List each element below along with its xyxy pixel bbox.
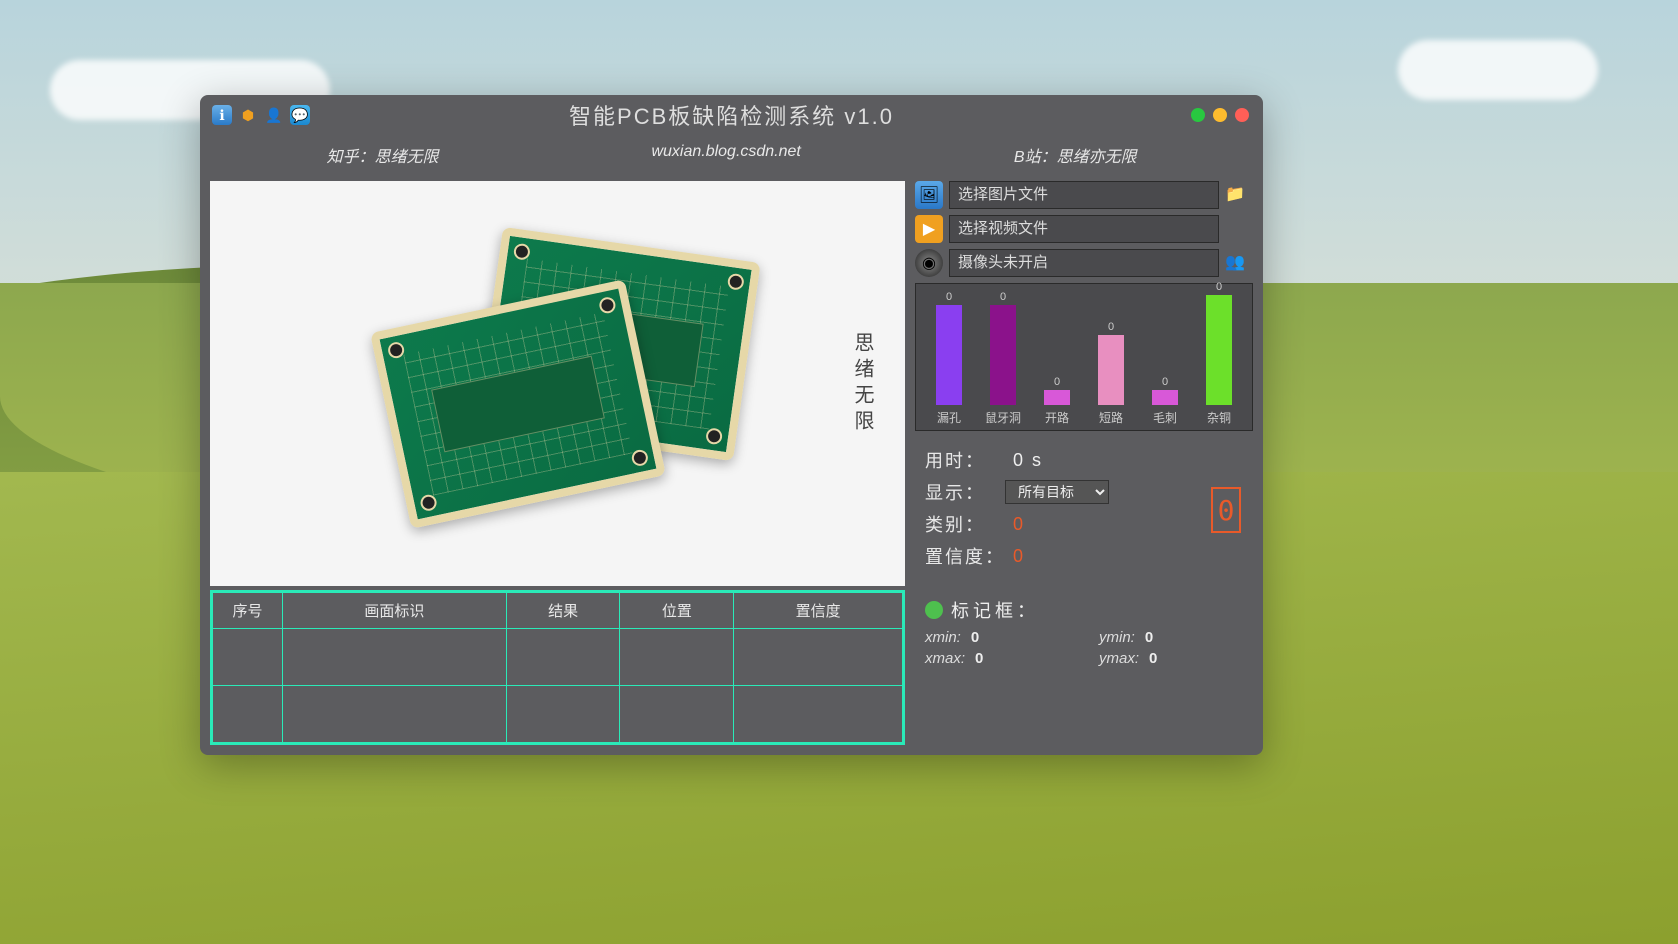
time-label: 用时： xyxy=(925,447,1005,473)
app-window: ℹ ⬢ 👤 💬 智能PCB板缺陷检测系统 v1.0 知乎：思绪无限 wuxian… xyxy=(200,95,1263,755)
watermark-text: 思绪无限 xyxy=(848,332,877,436)
xmin-value: 0 xyxy=(971,629,979,646)
credit-bilibili: B站：思绪亦无限 xyxy=(1014,143,1137,167)
select-image-row: 🖼 选择图片文件 📁 xyxy=(915,181,1253,209)
ymin-value: 0 xyxy=(1145,629,1153,646)
defect-chart: 0漏孔0鼠牙洞0开路0短路0毛刺0杂铜 xyxy=(915,283,1253,431)
minimize-button[interactable] xyxy=(1191,108,1205,122)
display-select[interactable]: 所有目标 xyxy=(1005,480,1109,504)
window-title: 智能PCB板缺陷检测系统 v1.0 xyxy=(569,99,894,131)
xmax-label: xmax: xyxy=(925,650,965,667)
th-confidence: 置信度 xyxy=(734,593,903,629)
close-button[interactable] xyxy=(1235,108,1249,122)
open-image-icon[interactable]: 📁 xyxy=(1225,184,1253,206)
ymax-value: 0 xyxy=(1149,650,1157,667)
hex-icon[interactable]: ⬢ xyxy=(238,105,258,125)
table-row[interactable] xyxy=(213,686,903,743)
time-value: 0 s xyxy=(1013,450,1043,471)
camera-icon[interactable]: ◉ xyxy=(915,249,943,277)
window-controls xyxy=(1191,108,1249,122)
image-file-input[interactable]: 选择图片文件 xyxy=(949,181,1219,209)
info-icon[interactable]: ℹ xyxy=(212,105,232,125)
chart-bar: 0漏孔 xyxy=(925,291,973,426)
ymin-label: ymin: xyxy=(1099,629,1135,646)
maximize-button[interactable] xyxy=(1213,108,1227,122)
class-value: 0 xyxy=(1013,514,1025,535)
video-icon[interactable]: ▶ xyxy=(915,215,943,243)
chat-icon[interactable]: 💬 xyxy=(290,105,310,125)
counter-display: 0 xyxy=(1211,487,1241,533)
class-label: 类别： xyxy=(925,511,1005,537)
select-video-row: ▶ 选择视频文件 xyxy=(915,215,1253,243)
conf-label: 置信度： xyxy=(925,543,1005,569)
credit-zhihu: 知乎：思绪无限 xyxy=(326,143,438,167)
titlebar: ℹ ⬢ 👤 💬 智能PCB板缺陷检测系统 v1.0 xyxy=(200,95,1263,135)
display-label: 显示： xyxy=(925,479,1005,505)
chart-bar: 0短路 xyxy=(1087,321,1135,426)
bbox-panel: 标记框： xmin: 0 ymin: 0 xmax: 0 ymax: 0 xyxy=(915,591,1253,677)
camera-toggle-icon[interactable]: 👥 xyxy=(1225,252,1253,274)
chart-bar: 0杂铜 xyxy=(1195,281,1243,426)
camera-row: ◉ 摄像头未开启 👥 xyxy=(915,249,1253,277)
user-icon[interactable]: 👤 xyxy=(264,105,284,125)
chart-bar: 0鼠牙洞 xyxy=(979,291,1027,426)
bbox-title-text: 标记框： xyxy=(951,597,1039,623)
results-table: 序号 画面标识 结果 位置 置信度 xyxy=(210,590,905,745)
th-marker: 画面标识 xyxy=(283,593,507,629)
open-video-icon[interactable] xyxy=(1225,218,1253,240)
ymax-label: ymax: xyxy=(1099,650,1139,667)
table-row[interactable] xyxy=(213,629,903,686)
pcb-image xyxy=(348,244,768,524)
conf-value: 0 xyxy=(1013,546,1025,567)
th-index: 序号 xyxy=(213,593,283,629)
camera-status-input[interactable]: 摄像头未开启 xyxy=(949,249,1219,277)
image-icon[interactable]: 🖼 xyxy=(915,181,943,209)
chart-bar: 0毛刺 xyxy=(1141,376,1189,426)
xmax-value: 0 xyxy=(975,650,983,667)
titlebar-icon-group: ℹ ⬢ 👤 💬 xyxy=(212,105,310,125)
stats-panel: 用时： 0 s 显示： 所有目标 类别： 0 置信度： 0 0 xyxy=(915,437,1253,585)
th-position: 位置 xyxy=(620,593,734,629)
th-result: 结果 xyxy=(506,593,620,629)
credit-blog: wuxian.blog.csdn.net xyxy=(651,143,800,167)
credits-row: 知乎：思绪无限 wuxian.blog.csdn.net B站：思绪亦无限 xyxy=(200,135,1263,181)
clover-icon xyxy=(925,601,943,619)
xmin-label: xmin: xyxy=(925,629,961,646)
preview-area: 思绪无限 xyxy=(210,181,905,586)
chart-bar: 0开路 xyxy=(1033,376,1081,426)
video-file-input[interactable]: 选择视频文件 xyxy=(949,215,1219,243)
